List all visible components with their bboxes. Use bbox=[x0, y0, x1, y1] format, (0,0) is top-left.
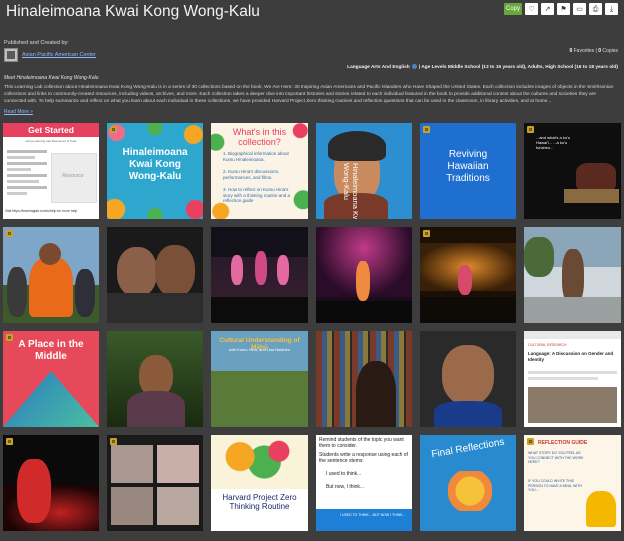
print-button[interactable]: ⎙ bbox=[589, 3, 602, 15]
resource-grid: Get Started using Learning Lab Resources… bbox=[3, 123, 621, 541]
print-icon: ⎙ bbox=[592, 5, 599, 13]
tile-item: 3. How to reflect on Kumu Hina's story w… bbox=[223, 187, 291, 203]
clip-badge bbox=[6, 438, 13, 445]
subject-levels: Language Arts And English | Age Levels Mi… bbox=[347, 64, 618, 70]
clip-badge bbox=[527, 126, 534, 133]
embed-button[interactable]: ▭ bbox=[573, 3, 586, 15]
resource-tile[interactable] bbox=[107, 435, 203, 531]
publisher-label: Published and Created by: bbox=[4, 40, 69, 46]
favorites-label: Favorites bbox=[573, 48, 595, 54]
tile-title: What's in this collection? bbox=[232, 127, 287, 147]
publisher-link[interactable]: Asian Pacific American Center bbox=[22, 52, 96, 58]
download-icon: ⤓ bbox=[609, 5, 614, 13]
clip-badge bbox=[110, 126, 117, 133]
flag-icon: ⚑ bbox=[560, 5, 567, 13]
tile-subtitle: with Kumu Hina, and Lisa Nakihiro bbox=[228, 347, 291, 352]
resource-tile[interactable]: A Place in the Middle bbox=[3, 331, 99, 427]
resource-tile[interactable]: Cultural Understanding of Māhū with Kumu… bbox=[211, 331, 308, 427]
publisher-row: Asian Pacific American Center bbox=[4, 48, 96, 62]
favorites-count: 0 bbox=[569, 48, 573, 54]
tile-title: Final Reflections bbox=[430, 436, 506, 461]
tile-title: Hinaleimoana Kwai Kong Wong-Kalu bbox=[122, 147, 188, 182]
resource-tile[interactable] bbox=[3, 435, 99, 531]
resource-tile[interactable] bbox=[107, 331, 203, 427]
intro-heading: Meet Hinaleimoana Kwai Kong Wong-Kalu bbox=[4, 75, 99, 81]
copy-button[interactable]: Copy bbox=[504, 3, 522, 15]
tile-line: Students write a response using each of … bbox=[319, 452, 408, 464]
age-levels: Age Levels Middle School (13 to 15 years… bbox=[421, 64, 618, 70]
publisher-logo[interactable] bbox=[4, 48, 18, 62]
stats-counter: 0 Favorites | 0 Copies bbox=[569, 48, 618, 54]
resource-tile[interactable] bbox=[211, 227, 308, 323]
resource-tile[interactable] bbox=[420, 227, 516, 323]
resource-tile[interactable] bbox=[524, 227, 621, 323]
download-button[interactable]: ⤓ bbox=[605, 3, 618, 15]
clip-badge bbox=[6, 334, 13, 341]
favorite-button[interactable]: ♡ bbox=[525, 3, 538, 15]
tile-subtitle: using Learning Lab Resources & Tools bbox=[25, 139, 77, 143]
tile-title: Reviving Hawaiian Traditions bbox=[446, 149, 490, 184]
tile-item: 1. Biographical information about Kumu H… bbox=[223, 151, 289, 162]
tile-title: Hinaleimoana Kwai Kong Wong-Kalu bbox=[342, 163, 360, 219]
resource-tile[interactable] bbox=[420, 331, 516, 427]
resource-tile[interactable] bbox=[316, 331, 412, 427]
tile-item: 2. Kumu Hina's discussions, performances… bbox=[223, 169, 280, 180]
tile-line: WHAT STORY DO YOU FEEL AS YOU CONNECT WI… bbox=[528, 451, 584, 464]
share-icon: ↗ bbox=[544, 5, 551, 13]
resource-tile[interactable]: REFLECTION GUIDE WHAT STORY DO YOU FEEL … bbox=[524, 435, 621, 531]
info-icon[interactable] bbox=[411, 64, 417, 69]
tile-line: But now, I think... bbox=[326, 484, 365, 490]
tile-title: Harvard Project Zero Thinking Routine bbox=[222, 493, 297, 511]
copies-label: Copies bbox=[602, 48, 618, 54]
resource-tile[interactable] bbox=[107, 227, 203, 323]
resource-tile[interactable]: Harvard Project Zero Thinking Routine bbox=[211, 435, 308, 531]
resource-tile[interactable]: Reviving Hawaiian Traditions bbox=[420, 123, 516, 219]
clip-badge bbox=[6, 230, 13, 237]
embed-icon: ▭ bbox=[576, 5, 583, 13]
tile-title: Remind students of the topic you want th… bbox=[319, 437, 404, 449]
clip-badge bbox=[110, 438, 117, 445]
action-toolbar: Copy ♡ ↗ ⚑ ▭ ⎙ ⤓ bbox=[504, 3, 618, 15]
tile-watermark: Resource bbox=[62, 173, 84, 179]
resource-tile[interactable]: CULTURAL RESEARCH Language: A Discussion… bbox=[524, 331, 621, 427]
resource-tile[interactable]: Hinaleimoana Kwai Kong Wong-Kalu bbox=[316, 123, 412, 219]
tile-line: IF YOU COULD INVITE THIS PERSON TO HAVE … bbox=[528, 479, 582, 492]
tile-header: CULTURAL RESEARCH bbox=[528, 343, 567, 347]
clip-badge bbox=[527, 438, 534, 445]
subject-tag: Language Arts And English bbox=[347, 64, 410, 70]
tile-footer: Visit https://learninglab.si.edu/help fo… bbox=[5, 209, 78, 213]
heart-icon: ♡ bbox=[528, 5, 535, 13]
copies-count: 0 bbox=[598, 48, 602, 54]
collection-description: This Learning Lab collection about Hinal… bbox=[4, 85, 614, 104]
read-more-link[interactable]: Read More » bbox=[4, 109, 33, 115]
resource-tile[interactable]: Final Reflections bbox=[420, 435, 516, 531]
tile-line: I used to think... bbox=[326, 471, 362, 477]
page-title: Hinaleimoana Kwai Kong Wong-Kalu bbox=[6, 3, 260, 20]
tile-title: REFLECTION GUIDE bbox=[538, 440, 588, 446]
clip-badge bbox=[423, 126, 430, 133]
tile-title: A Place in the Middle bbox=[18, 339, 84, 362]
resource-tile[interactable] bbox=[3, 227, 99, 323]
resource-tile[interactable]: What's in this collection? 1. Biographic… bbox=[211, 123, 308, 219]
tile-title: Language: A Discussion on Gender and Ide… bbox=[528, 351, 614, 362]
resource-tile[interactable]: Get Started using Learning Lab Resources… bbox=[3, 123, 99, 219]
tile-footer: I USED TO THINK... BUT NOW I THINK... bbox=[340, 513, 406, 517]
clip-badge bbox=[423, 230, 430, 237]
tile-title: Get Started bbox=[28, 125, 74, 135]
resource-tile[interactable]: Remind students of the topic you want th… bbox=[316, 435, 412, 531]
share-button[interactable]: ↗ bbox=[541, 3, 554, 15]
tile-title: ...and what's a ku'u Hawai'i... ...a ku'… bbox=[536, 135, 570, 150]
report-button[interactable]: ⚑ bbox=[557, 3, 570, 15]
resource-tile[interactable]: Hinaleimoana Kwai Kong Wong-Kalu bbox=[107, 123, 203, 219]
resource-tile[interactable] bbox=[316, 227, 412, 323]
resource-tile[interactable]: ...and what's a ku'u Hawai'i... ...a ku'… bbox=[524, 123, 621, 219]
